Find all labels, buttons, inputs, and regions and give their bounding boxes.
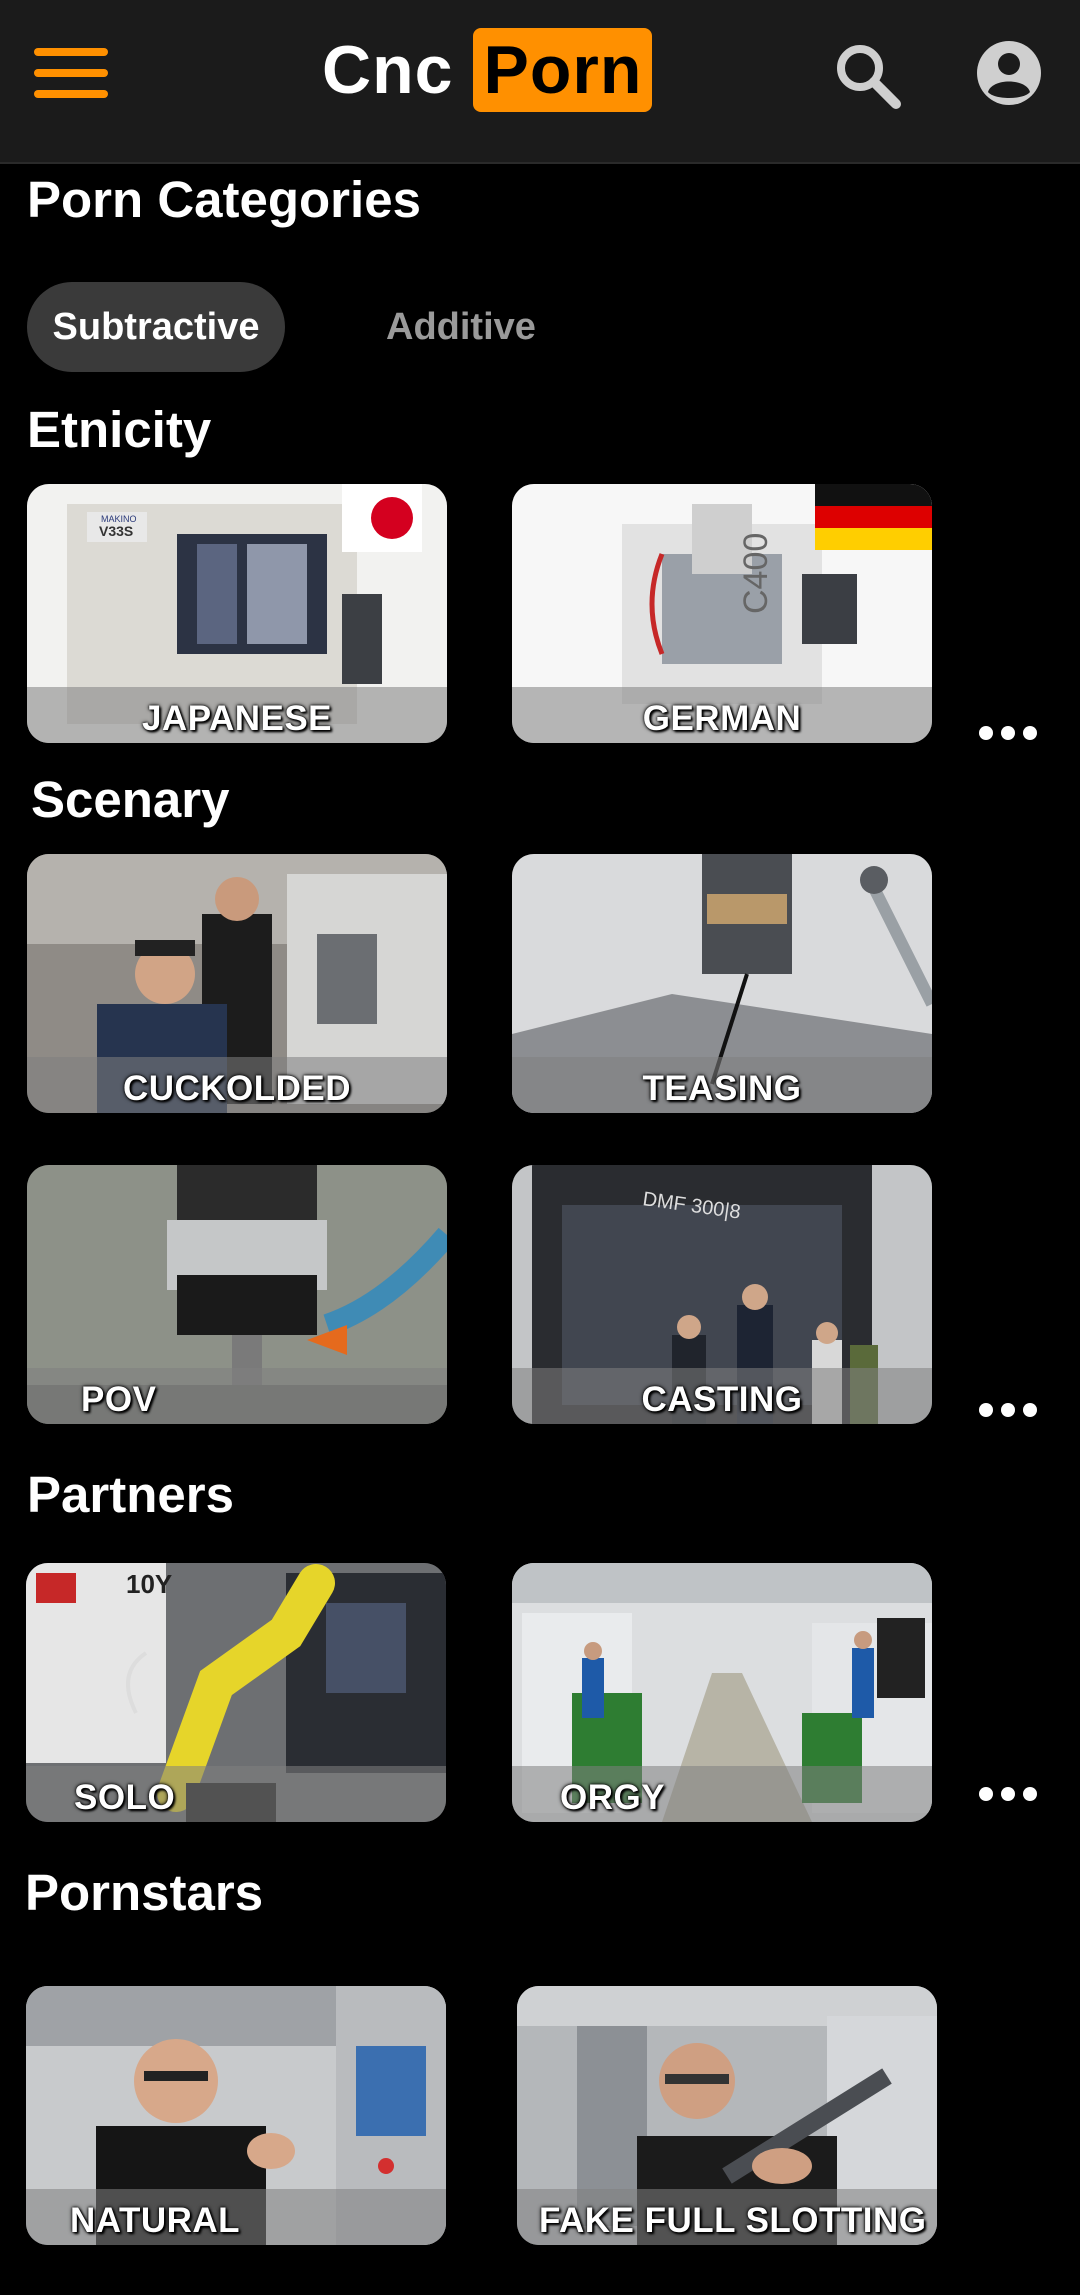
japan-flag-icon (371, 497, 413, 539)
card-label: TEASING (642, 1069, 802, 1108)
logo-highlight: Porn (473, 28, 653, 112)
category-card-natural[interactable]: NATURAL (26, 1986, 446, 2245)
section-title-partners: Partners (27, 1466, 234, 1523)
hamburger-menu-icon[interactable] (34, 48, 108, 98)
top-app-bar: Cnc Porn (0, 0, 1080, 164)
tab-additive[interactable]: Additive (386, 282, 536, 372)
card-label: CUCKOLDED (122, 1069, 352, 1108)
page-title: Porn Categories (27, 171, 421, 228)
site-logo[interactable]: Cnc Porn (322, 26, 653, 114)
more-options-icon[interactable] (979, 1400, 1039, 1420)
card-label: NATURAL (70, 2201, 241, 2240)
user-account-icon[interactable] (976, 40, 1042, 106)
category-card-teasing[interactable]: TEASING (512, 854, 932, 1113)
category-card-pov[interactable]: POV (27, 1165, 447, 1424)
card-label: CASTING (641, 1380, 803, 1419)
card-label: GERMAN (642, 699, 802, 738)
section-title-scenary: Scenary (31, 771, 230, 828)
card-label: FAKE FULL SLOTTING (539, 2201, 927, 2240)
search-icon[interactable] (832, 40, 904, 112)
more-options-icon[interactable] (979, 723, 1039, 743)
card-label: ORGY (560, 1778, 666, 1817)
category-card-fake-full-slotting[interactable]: FAKE FULL SLOTTING (517, 1986, 937, 2245)
machine-model-text: C400 (737, 533, 775, 614)
card-label: POV (81, 1380, 157, 1419)
more-options-icon[interactable] (979, 1784, 1039, 1804)
card-label: JAPANESE (141, 699, 333, 738)
category-card-japanese[interactable]: MAKINO V33S JAPANESE (27, 484, 447, 743)
machine-model-text: V33S (99, 523, 133, 539)
tab-subtractive[interactable]: Subtractive (27, 282, 285, 372)
category-card-solo[interactable]: 10Y SOLO (26, 1563, 446, 1822)
section-title-pornstars: Pornstars (25, 1864, 264, 1921)
germany-flag-icon (815, 484, 932, 550)
category-card-casting[interactable]: DMF 300|8 CASTING (512, 1165, 932, 1424)
logo-text: Cnc (322, 32, 454, 108)
machine-sign-text: 10Y (126, 1569, 172, 1599)
category-card-cuckolded[interactable]: CUCKOLDED (27, 854, 447, 1113)
card-label: SOLO (74, 1778, 176, 1817)
category-card-orgy[interactable]: ORGY (512, 1563, 932, 1822)
category-card-german[interactable]: C400 GERMAN (512, 484, 932, 743)
section-title-etnicity: Etnicity (27, 401, 212, 458)
